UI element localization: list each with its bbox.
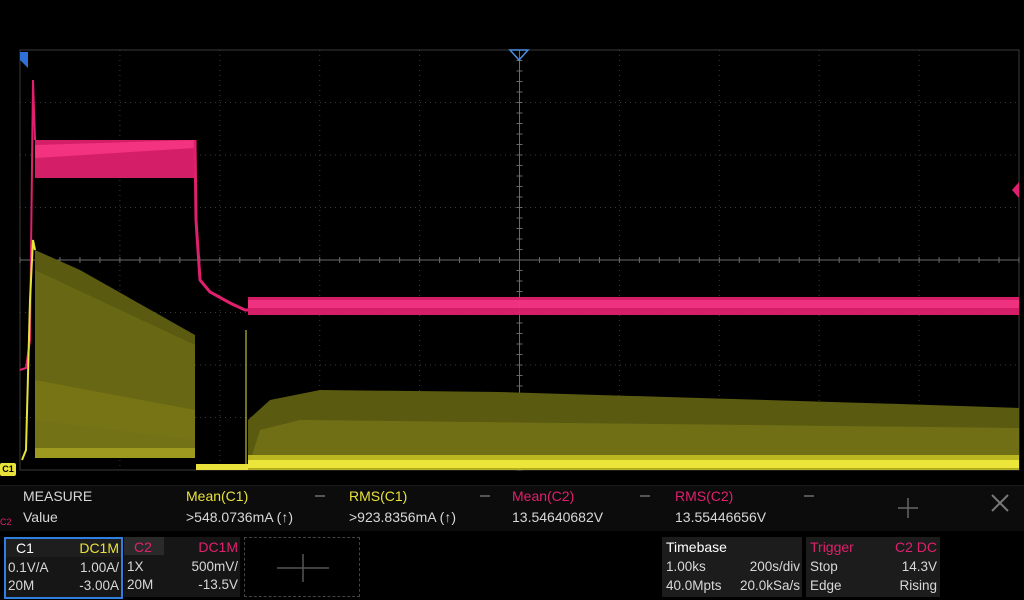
channel1-scale: 1.00A/ — [79, 560, 119, 575]
trigger-slope: Rising — [899, 578, 937, 593]
trigger-state: Stop — [810, 559, 838, 574]
waveform-display[interactable]: C1 — [0, 0, 1024, 485]
measure-menu-icon[interactable] — [804, 495, 814, 497]
add-channel-button[interactable] — [244, 537, 360, 597]
channel2-bandwidth: 20M — [127, 577, 154, 592]
channel2-name: C2 — [134, 539, 152, 555]
measure-value-rms-c1: >923.8356mA (↑) — [349, 509, 457, 525]
trigger-type: Edge — [810, 578, 842, 593]
channel2-offset: -13.5V — [198, 577, 238, 592]
measure-header-mean-c1[interactable]: Mean(C1) — [186, 488, 248, 504]
channel2-probe: 1X — [127, 559, 144, 574]
measure-header-rms-c1[interactable]: RMS(C1) — [349, 488, 407, 504]
trigger-panel[interactable]: Trigger C2 DC Stop 14.3V Edge Rising — [806, 537, 940, 597]
channel1-panel[interactable]: C1 DC1M 0.1V/A 1.00A/ 20M -3.00A — [4, 537, 123, 599]
channel1-bandwidth: 20M — [8, 578, 35, 593]
close-icon[interactable] — [989, 492, 1011, 514]
measure-menu-icon[interactable] — [480, 495, 490, 497]
horizontal-ref-marker[interactable] — [20, 52, 28, 68]
measure-value-mean-c1: >548.0736mA (↑) — [186, 509, 294, 525]
channel1-name: C1 — [16, 540, 34, 556]
measure-header-rms-c2[interactable]: RMS(C2) — [675, 488, 733, 504]
measure-menu-icon[interactable] — [315, 495, 325, 497]
measure-value-rms-c2: 13.55446656V — [675, 509, 767, 525]
channel1-offset: -3.00A — [79, 578, 119, 593]
timebase-label: Timebase — [666, 539, 727, 555]
channel1-coupling: DC1M — [79, 540, 119, 556]
c1-offset-marker[interactable]: C1 — [0, 463, 16, 476]
channel2-scale: 500mV/ — [191, 559, 238, 574]
timebase-panel[interactable]: Timebase 1.00ks 200s/div 40.0Mpts 20.0kS… — [662, 537, 802, 597]
waveform-svg — [19, 49, 1020, 471]
c2-offset-marker[interactable]: C2 — [0, 517, 12, 527]
channel2-coupling: DC1M — [198, 539, 238, 555]
trigger-label: Trigger — [810, 539, 854, 555]
trigger-source: C2 DC — [894, 539, 937, 555]
trigger-level: 14.3V — [901, 559, 937, 574]
status-bar: C1 DC1M 0.1V/A 1.00A/ 20M -3.00A C2 DC1M… — [0, 533, 1024, 600]
add-measure-icon[interactable] — [896, 496, 920, 520]
measure-menu-icon[interactable] — [640, 495, 650, 497]
timebase-scale: 200s/div — [749, 559, 800, 574]
measure-panel: MEASURE Value Mean(C1) >548.0736mA (↑) R… — [0, 485, 1024, 531]
timebase-sample-rate: 20.0kSa/s — [739, 578, 800, 593]
timebase-memory: 40.0Mpts — [666, 578, 722, 593]
trigger-level-marker[interactable] — [1012, 182, 1019, 198]
measure-value-mean-c2: 13.54640682V — [512, 509, 604, 525]
channel2-panel[interactable]: C2 DC1M 1X 500mV/ 20M -13.5V — [124, 537, 240, 597]
measure-title: MEASURE — [23, 488, 93, 504]
measure-header-mean-c2[interactable]: Mean(C2) — [512, 488, 574, 504]
measure-row-label: Value — [23, 509, 58, 525]
timebase-delay: 1.00ks — [666, 559, 706, 574]
add-icon — [277, 554, 329, 582]
channel1-probe: 0.1V/A — [8, 560, 49, 575]
